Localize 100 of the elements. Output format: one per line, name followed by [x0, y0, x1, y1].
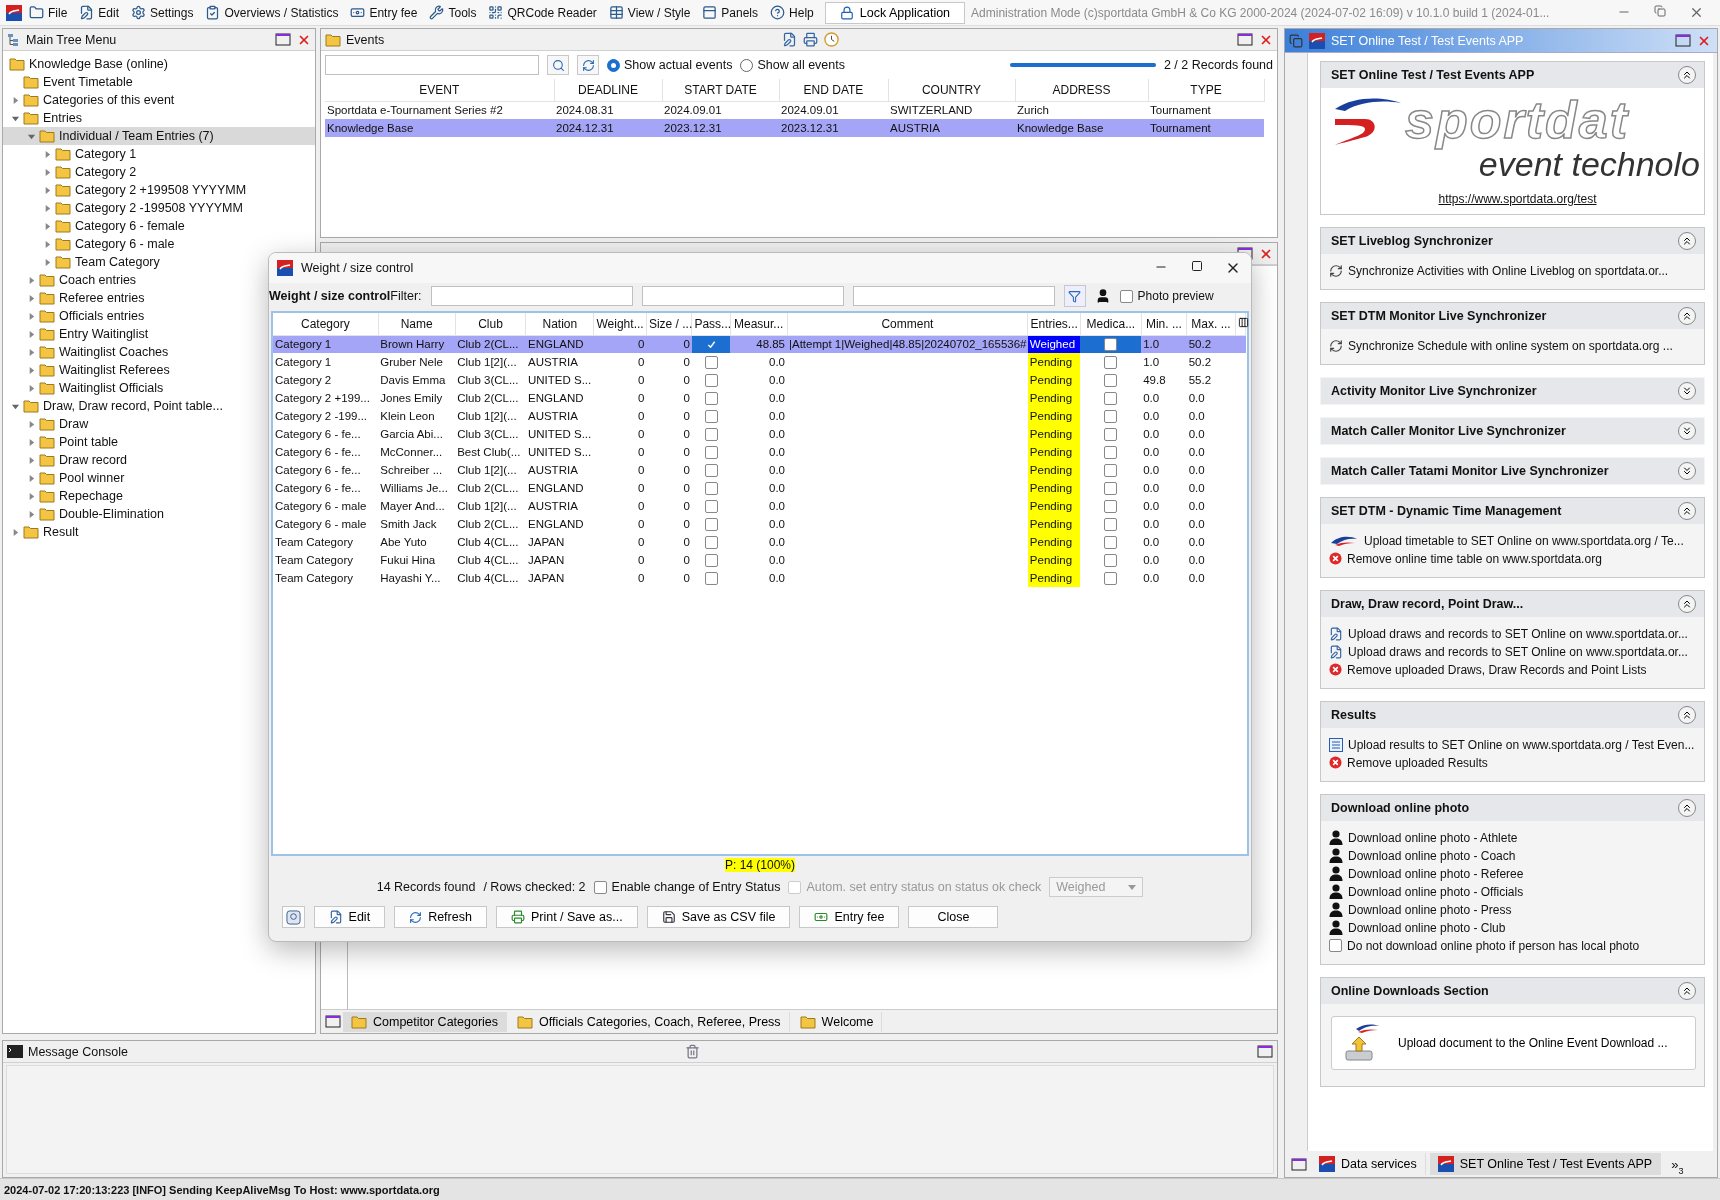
- action-link[interactable]: Remove uploaded Draws, Draw Records and Point Lists: [1329, 661, 1698, 678]
- column-chooser-icon[interactable]: [1237, 316, 1249, 328]
- tree-item[interactable]: Draw: [3, 415, 93, 433]
- radio-option[interactable]: Show actual events: [607, 58, 733, 72]
- action-link[interactable]: Synchronize Activities with Online Liveblog on sportdata.or...: [1329, 262, 1698, 279]
- tree-item[interactable]: Category 2 +199508 YYYYMM: [3, 181, 251, 199]
- panel-tab[interactable]: Data services: [1311, 1153, 1426, 1175]
- checkbox[interactable]: [1104, 355, 1118, 369]
- table-cell[interactable]: Sportdata e-Tournament Series #2: [325, 101, 554, 119]
- checkbox[interactable]: [704, 373, 718, 387]
- tree-item[interactable]: Entries: [3, 109, 86, 127]
- menu-item[interactable]: File: [24, 3, 73, 22]
- column-header[interactable]: TYPE: [1148, 79, 1264, 101]
- expand-icon[interactable]: [1678, 462, 1696, 480]
- checkbox[interactable]: [704, 355, 718, 369]
- column-header[interactable]: Min. ...: [1141, 313, 1187, 335]
- column-header[interactable]: START DATE: [662, 79, 779, 101]
- column-header[interactable]: EVENT: [325, 79, 554, 101]
- menu-item[interactable]: Settings: [126, 3, 199, 22]
- action-link[interactable]: Remove uploaded Results: [1329, 754, 1698, 771]
- action-link[interactable]: Download online photo - Coach: [1329, 847, 1698, 864]
- checkbox[interactable]: [1104, 517, 1118, 531]
- action-link[interactable]: Download online photo - Athlete: [1329, 829, 1698, 846]
- tree-item[interactable]: Draw, Draw record, Point table...: [3, 397, 227, 415]
- checkbox[interactable]: [704, 391, 718, 405]
- checkbox[interactable]: [704, 463, 718, 477]
- dialog-button[interactable]: Close: [908, 906, 999, 928]
- checkbox[interactable]: [1104, 409, 1118, 423]
- tree-item[interactable]: Referee entries: [3, 289, 149, 307]
- tree-item[interactable]: Team Category: [3, 253, 164, 271]
- checkbox[interactable]: [704, 445, 718, 459]
- photo-preview-option[interactable]: Photo preview: [1119, 289, 1214, 303]
- collapse-icon[interactable]: [1678, 502, 1696, 520]
- panel-toggle-icon[interactable]: [325, 1015, 341, 1029]
- table-cell[interactable]: Knowledge Base: [325, 119, 554, 137]
- dialog-button[interactable]: Edit: [313, 906, 386, 928]
- checkbox[interactable]: [1104, 373, 1118, 387]
- checkbox[interactable]: [1104, 571, 1118, 585]
- table-cell[interactable]: 2024.09.01: [662, 101, 779, 119]
- column-header[interactable]: Medica...: [1080, 313, 1142, 335]
- menu-item[interactable]: Help: [765, 3, 819, 22]
- table-cell[interactable]: AUSTRIA: [888, 119, 1015, 137]
- menu-item[interactable]: View / Style: [603, 3, 696, 22]
- dialog-button[interactable]: Save as CSV file: [646, 906, 791, 928]
- tree-item[interactable]: Category 6 - female: [3, 217, 189, 235]
- copy-icon[interactable]: [1289, 33, 1303, 48]
- checkbox[interactable]: [704, 571, 718, 585]
- action-link[interactable]: Upload timetable to SET Online on www.sportdata.org / Te...: [1329, 532, 1698, 549]
- filter-field[interactable]: [852, 286, 1055, 306]
- filter-field[interactable]: [430, 286, 633, 306]
- checkbox[interactable]: [704, 553, 718, 567]
- table-cell[interactable]: Category 6 - fe...: [273, 461, 379, 479]
- collapse-icon[interactable]: [1678, 799, 1696, 817]
- search-field[interactable]: [325, 55, 539, 75]
- column-header[interactable]: Nation: [525, 313, 594, 335]
- table-cell[interactable]: Team Category: [273, 569, 379, 587]
- table-cell[interactable]: Team Category: [273, 533, 379, 551]
- checkbox[interactable]: [1104, 499, 1118, 513]
- tree-item[interactable]: Categories of this event: [3, 91, 179, 109]
- checkbox[interactable]: [704, 499, 718, 513]
- checkbox[interactable]: [704, 409, 718, 423]
- tree-item[interactable]: Waitinglist Referees: [3, 361, 174, 379]
- action-link[interactable]: Upload draws and records to SET Online on www.sportdata.or...: [1329, 625, 1698, 642]
- column-header[interactable]: Comment: [787, 313, 1028, 335]
- checkbox[interactable]: [1104, 445, 1118, 459]
- tree-item[interactable]: Entry Waitinglist: [3, 325, 153, 343]
- radio-button[interactable]: [740, 58, 754, 72]
- column-header[interactable]: Category: [273, 313, 379, 335]
- checkbox[interactable]: [1104, 338, 1118, 351]
- tree-item[interactable]: Officials entries: [3, 307, 149, 325]
- checkbox[interactable]: [704, 427, 718, 441]
- checkbox[interactable]: [704, 535, 718, 549]
- action-link[interactable]: Upload results to SET Online on www.sportdata.org / Test Even...: [1329, 736, 1698, 753]
- checkbox[interactable]: [1104, 463, 1118, 477]
- table-cell[interactable]: Team Category: [273, 551, 379, 569]
- tree-item[interactable]: Double-Elimination: [3, 505, 168, 523]
- checkbox[interactable]: [593, 880, 607, 894]
- clear-filter-button[interactable]: [1063, 285, 1086, 307]
- dialog-button[interactable]: Print / Save as...: [495, 906, 638, 928]
- tree-item[interactable]: Result: [3, 523, 83, 541]
- collapse-icon[interactable]: [1678, 706, 1696, 724]
- table-cell[interactable]: Tournament: [1148, 101, 1264, 119]
- website-link[interactable]: https://www.sportdata.org/test: [1438, 192, 1597, 206]
- collapse-icon[interactable]: [1678, 307, 1696, 325]
- checkbox[interactable]: [1329, 939, 1342, 952]
- menu-item[interactable]: Panels: [697, 3, 764, 22]
- column-header[interactable]: END DATE: [779, 79, 888, 101]
- action-link[interactable]: Download online photo - Press: [1329, 901, 1698, 918]
- action-link[interactable]: Upload draws and records to SET Online on www.sportdata.or...: [1329, 643, 1698, 660]
- table-cell[interactable]: Category 2 +199...: [273, 389, 379, 407]
- dialog-button[interactable]: Entry fee: [799, 906, 900, 928]
- column-header[interactable]: Pass...: [691, 313, 731, 335]
- tree-item[interactable]: Category 2 -199508 YYYYMM: [3, 199, 247, 217]
- enable-status-option[interactable]: Enable change of Entry Status: [593, 880, 781, 894]
- table-cell[interactable]: Category 6 - fe...: [273, 425, 379, 443]
- column-header[interactable]: Club: [455, 313, 526, 335]
- tree-item[interactable]: Event Timetable: [3, 73, 137, 91]
- tree-item[interactable]: Waitinglist Officials: [3, 379, 168, 397]
- collapse-icon[interactable]: [1678, 595, 1696, 613]
- tree-item[interactable]: Point table: [3, 433, 123, 451]
